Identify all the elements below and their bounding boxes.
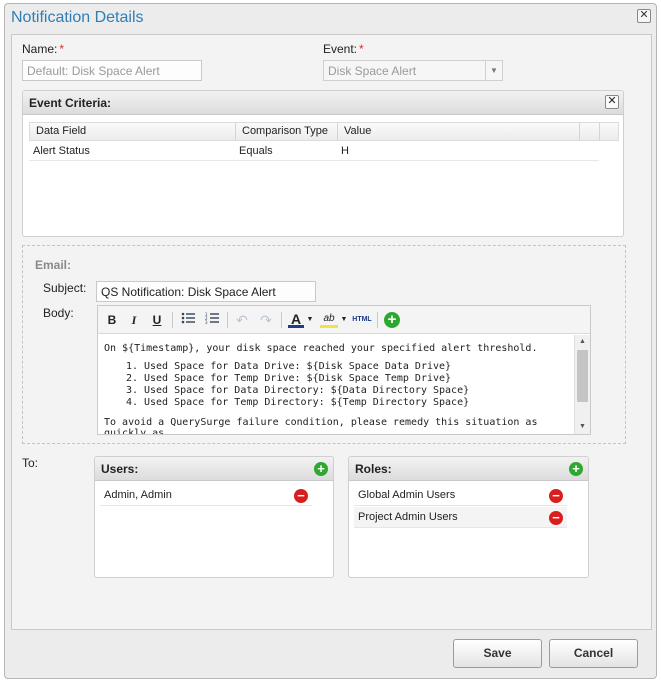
- dialog-title: Notification Details: [11, 9, 144, 26]
- cell-value: H: [341, 145, 349, 157]
- chevron-down-icon[interactable]: ▼: [485, 61, 502, 80]
- dialog-close-icon[interactable]: ✕: [637, 9, 651, 23]
- name-required-mark: *: [59, 42, 65, 56]
- bold-button[interactable]: B: [104, 311, 120, 329]
- list-item: Used Space for Temp Drive: ${Disk Space …: [144, 373, 566, 385]
- list-item[interactable]: Project Admin Users −: [354, 507, 567, 528]
- event-criteria-header: Event Criteria: ✕: [23, 91, 623, 115]
- underline-button[interactable]: U: [149, 311, 165, 329]
- scroll-up-icon[interactable]: ▲: [575, 335, 590, 349]
- body-label: Body:: [43, 306, 74, 320]
- redo-icon[interactable]: ↷: [257, 311, 275, 329]
- list-item: Used Space for Data Drive: ${Disk Space …: [144, 361, 566, 373]
- insert-field-icon[interactable]: +: [383, 311, 401, 329]
- event-criteria-title: Event Criteria:: [29, 96, 112, 110]
- scroll-down-icon[interactable]: ▼: [575, 420, 590, 434]
- event-label-text: Event:: [323, 42, 358, 56]
- event-required-mark: *: [359, 42, 364, 56]
- editor-scrollbar[interactable]: ▲ ▼: [574, 335, 590, 434]
- chevron-down-icon[interactable]: ▼: [340, 311, 348, 329]
- name-label: Name: *: [22, 42, 64, 56]
- email-section-label: Email:: [35, 258, 72, 272]
- body-editor[interactable]: B I U 123 ↶ ↷ A ▼ ab ▼ HTML + On ${Times…: [97, 305, 591, 435]
- add-user-icon[interactable]: +: [314, 462, 328, 476]
- bullet-list-icon[interactable]: [179, 311, 197, 329]
- role-name: Global Admin Users: [358, 489, 456, 501]
- cell-data-field: Alert Status: [33, 145, 90, 157]
- name-input[interactable]: [22, 60, 202, 81]
- list-item: Used Space for Data Directory: ${Data Di…: [144, 385, 566, 397]
- body-outro: To avoid a QuerySurge failure condition,…: [104, 417, 538, 434]
- column-comparison-type[interactable]: Comparison Type: [236, 123, 338, 140]
- close-icon[interactable]: ✕: [605, 95, 619, 109]
- remove-icon[interactable]: −: [549, 511, 563, 525]
- roles-panel-header: Roles: +: [349, 457, 588, 481]
- highlight-color-icon[interactable]: ab: [320, 311, 338, 328]
- toolbar-separator: [227, 312, 228, 328]
- scroll-thumb[interactable]: [577, 350, 588, 402]
- add-role-icon[interactable]: +: [569, 462, 583, 476]
- list-item[interactable]: Global Admin Users −: [354, 485, 567, 506]
- text-color-icon[interactable]: A: [288, 311, 304, 328]
- email-body-content[interactable]: On ${Timestamp}, your disk space reached…: [98, 335, 572, 434]
- remove-icon[interactable]: −: [294, 489, 308, 503]
- editor-toolbar: B I U 123 ↶ ↷ A ▼ ab ▼ HTML +: [98, 306, 590, 334]
- table-row[interactable]: Alert Status Equals H: [29, 141, 599, 161]
- list-item: Used Space for Temp Directory: ${Temp Di…: [144, 397, 566, 409]
- column-value[interactable]: Value: [338, 123, 580, 140]
- subject-input[interactable]: [96, 281, 316, 302]
- name-label-text: Name:: [22, 42, 58, 56]
- html-source-button[interactable]: HTML: [351, 311, 373, 329]
- numbered-list-icon[interactable]: 123: [203, 311, 221, 329]
- event-select-value: Disk Space Alert: [328, 64, 417, 78]
- column-extra: [580, 123, 600, 140]
- event-label: Event: *: [323, 42, 364, 56]
- roles-panel: Roles: + Global Admin Users − Project Ad…: [348, 456, 589, 578]
- role-name: Project Admin Users: [358, 511, 458, 523]
- save-button[interactable]: Save: [453, 639, 542, 668]
- users-panel-header: Users: +: [95, 457, 333, 481]
- user-name: Admin, Admin: [104, 489, 172, 501]
- list-item[interactable]: Admin, Admin −: [100, 485, 312, 506]
- event-criteria-panel: Event Criteria: ✕ Data Field Comparison …: [22, 90, 624, 237]
- cancel-button[interactable]: Cancel: [549, 639, 638, 668]
- toolbar-separator: [281, 312, 282, 328]
- subject-label: Subject:: [43, 281, 87, 295]
- cell-comparison: Equals: [239, 145, 273, 157]
- body-list: Used Space for Data Drive: ${Disk Space …: [104, 361, 566, 409]
- column-data-field[interactable]: Data Field: [30, 123, 236, 140]
- toolbar-separator: [377, 312, 378, 328]
- users-panel: Users: + Admin, Admin −: [94, 456, 334, 578]
- svg-text:3: 3: [205, 320, 208, 324]
- users-title: Users:: [101, 462, 139, 476]
- roles-title: Roles:: [355, 462, 392, 476]
- body-intro: On ${Timestamp}, your disk space reached…: [104, 343, 538, 354]
- to-label: To:: [22, 456, 39, 470]
- chevron-down-icon[interactable]: ▼: [306, 311, 314, 329]
- italic-button[interactable]: I: [126, 311, 142, 329]
- remove-icon[interactable]: −: [549, 489, 563, 503]
- toolbar-separator: [172, 312, 173, 328]
- criteria-grid-header: Data Field Comparison Type Value: [29, 122, 619, 141]
- undo-icon[interactable]: ↶: [233, 311, 251, 329]
- event-select[interactable]: Disk Space Alert ▼: [323, 60, 503, 81]
